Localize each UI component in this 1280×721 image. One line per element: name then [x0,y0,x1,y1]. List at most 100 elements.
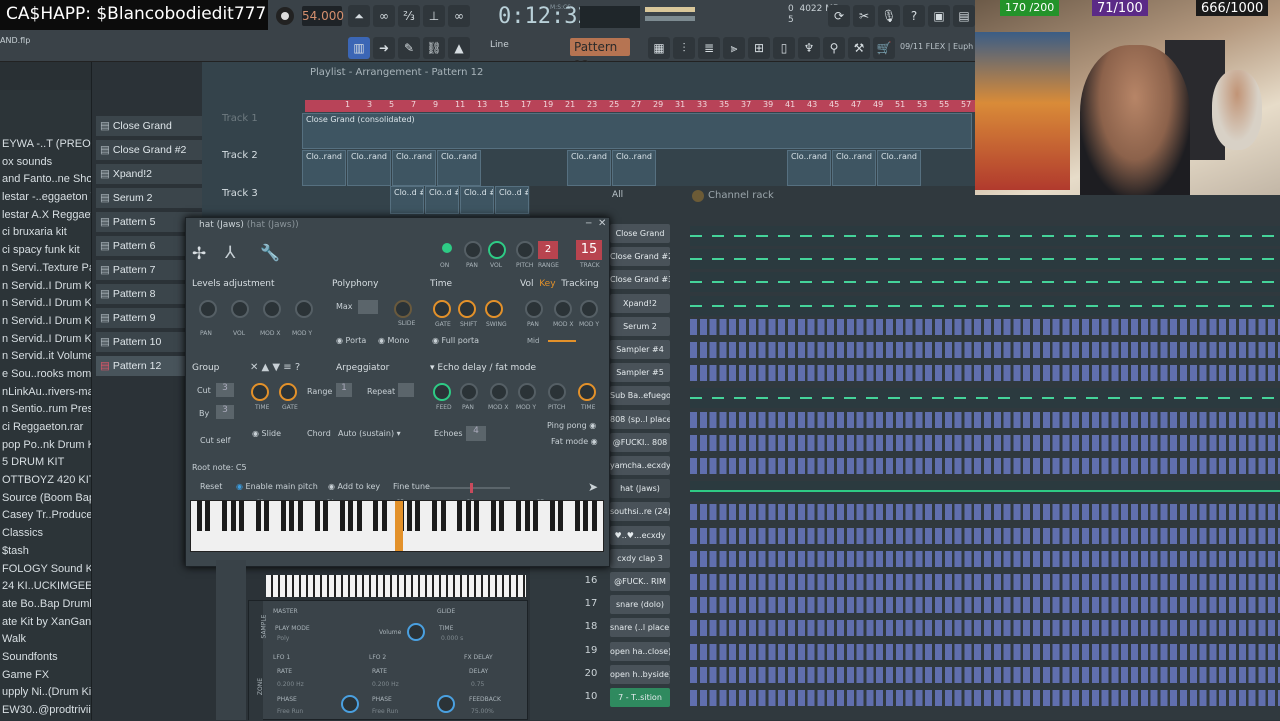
snap-select[interactable]: Line [490,40,509,50]
fine-tune-slider[interactable] [430,483,510,493]
browser-item[interactable]: Game FX [0,667,91,685]
pitch-knob[interactable] [516,241,534,259]
lfo2-rate-value[interactable]: 0.200 Hz [372,681,399,688]
browser-item[interactable]: n Servid..I Drum Kit 5 [0,313,91,331]
mono-toggle[interactable]: ◉ Mono [378,336,409,345]
tracking-key-tab[interactable]: Key [539,279,555,289]
browser-item[interactable]: ate Bo..Bap Drumkit [0,596,91,614]
step-sequencer-row[interactable] [690,504,1280,521]
master-volume-slider[interactable] [645,7,695,12]
list-icon[interactable]: ≣ [698,37,720,59]
black-key[interactable] [558,501,564,531]
browser-item[interactable]: n Sentio..rum Presets [0,401,91,419]
browser-item[interactable]: OTTBOYZ 420 KIT [0,472,91,490]
add-to-key-toggle[interactable]: ◉ Add to key [328,482,380,491]
pin-icon[interactable]: ⚲ [823,37,845,59]
browser-item[interactable]: FOLOGY Sound Kit [0,561,91,579]
browser-item[interactable]: Classics [0,525,91,543]
echo-time-knob[interactable] [578,383,596,401]
channel-filter[interactable]: All [612,190,623,200]
clip[interactable]: Clo..d #2 [460,186,494,214]
browser-item[interactable]: 24 KI..UCKIMGEEKED [0,578,91,596]
cart-icon[interactable]: 🛒 [873,37,895,59]
echo-mody-knob[interactable] [518,383,536,401]
ping-pong-toggle[interactable]: Ping pong ◉ [547,421,596,430]
mixer-track-number[interactable]: 17 [580,595,602,613]
browser-item[interactable]: pop Po..nk Drum Kit [0,437,91,455]
record-button[interactable] [276,7,294,25]
metronome-icon[interactable]: ⏶ [348,5,370,27]
step-sequencer-row[interactable] [690,411,1280,428]
sampler-volume-knob[interactable] [407,623,425,641]
black-key[interactable] [407,501,412,531]
channel-button[interactable]: Serum 2 [610,316,670,336]
browser-item[interactable]: ci spacy funk kit [0,242,91,260]
chord-select[interactable]: Auto (sustain) ▾ [338,429,401,438]
step-sequencer-row[interactable] [690,666,1280,683]
arp-toolbar[interactable]: ✕ ▲ ▼ ≡ ? [250,362,300,373]
mixer-track-number[interactable]: 19 [580,642,602,660]
piano-roll-preview[interactable] [690,481,1280,502]
step-sequencer-row[interactable] [690,527,1280,544]
arp-range-field[interactable]: 1 [336,383,352,397]
loop-record-icon[interactable]: ∞ [373,5,395,27]
browser-item[interactable]: n Servi..Texture Pack [0,260,91,278]
volume-knob[interactable] [488,241,506,259]
lfo2-phase-knob[interactable] [437,695,455,713]
black-key[interactable] [474,501,480,531]
sampler-tab-zone[interactable]: ZONE [257,678,264,695]
feedback-value[interactable]: 75.00% [471,708,494,715]
levels-vol-knob[interactable] [231,300,249,318]
step-sequencer-row[interactable] [690,550,1280,567]
pattern-item[interactable]: ▤ Close Grand [96,116,202,140]
browser-item[interactable]: ci bruxaria kit [0,224,91,242]
black-key[interactable] [323,501,328,531]
clip[interactable]: Clo..rand [302,150,346,186]
piano-roll-preview[interactable] [690,388,1280,409]
browser-item[interactable]: Casey Tr..Producer Kit [0,507,91,525]
sampler-tab-sample[interactable]: SAMPLE [260,615,267,639]
clip[interactable]: Clo..rand [347,150,391,186]
mixer-track-number[interactable]: 20 [580,665,602,683]
black-key[interactable] [533,501,538,531]
by-field[interactable]: 3 [216,405,234,419]
browser-item[interactable]: $tash [0,543,91,561]
channel-button[interactable]: snare (dolo) [610,595,670,615]
browser-item[interactable]: EW30..@prodtrivii [0,702,91,720]
enable-main-pitch-toggle[interactable]: ◉ Enable main pitch [236,482,318,491]
piano-roll-preview[interactable] [690,272,1280,293]
black-key[interactable] [516,501,522,531]
stamp-icon[interactable]: ▲ [448,37,470,59]
channel-button[interactable]: southsi..re (24) [610,502,670,522]
clip[interactable]: Clo..rand [392,150,436,186]
channel-button[interactable]: Sampler #4 [610,340,670,359]
step-sequencer-row[interactable] [690,342,1280,358]
black-key[interactable] [297,501,303,531]
black-key[interactable] [549,501,555,531]
render-icon[interactable]: ▤ [953,5,975,27]
root-keyboard[interactable] [190,500,604,552]
channel-button[interactable]: 7 - T..sition [610,688,670,707]
black-key[interactable] [440,501,446,531]
step-sequencer-row[interactable] [690,643,1280,660]
step-sequencer-row[interactable] [690,574,1280,590]
tracking-modx-knob[interactable] [554,300,572,318]
master-pitch-slider[interactable] [645,16,695,21]
lfo2-free-run[interactable]: Free Run [372,708,398,715]
black-key[interactable] [197,501,202,531]
black-key[interactable] [239,501,244,531]
browser-item[interactable]: Source (Boom Bap) [0,490,91,508]
browser-item[interactable]: nLinkAu..rivers-main [0,384,91,402]
range-display[interactable]: 2 [538,241,558,259]
loop-icon[interactable]: ∞ [448,5,470,27]
clip[interactable]: Clo..rand [832,150,876,186]
delay-value[interactable]: 0.75 [471,681,484,688]
tempo-display[interactable]: 54.000 [302,6,344,26]
black-key[interactable] [230,501,236,531]
step-sequencer-row[interactable] [690,434,1280,451]
step-seq-icon[interactable]: ⫶ [673,37,695,59]
channel-on-led[interactable] [442,243,452,253]
clip[interactable]: Clo..d #2 [495,186,529,214]
black-key[interactable] [356,501,362,531]
channel-button[interactable]: @FUCKI.. 808 [610,432,670,452]
